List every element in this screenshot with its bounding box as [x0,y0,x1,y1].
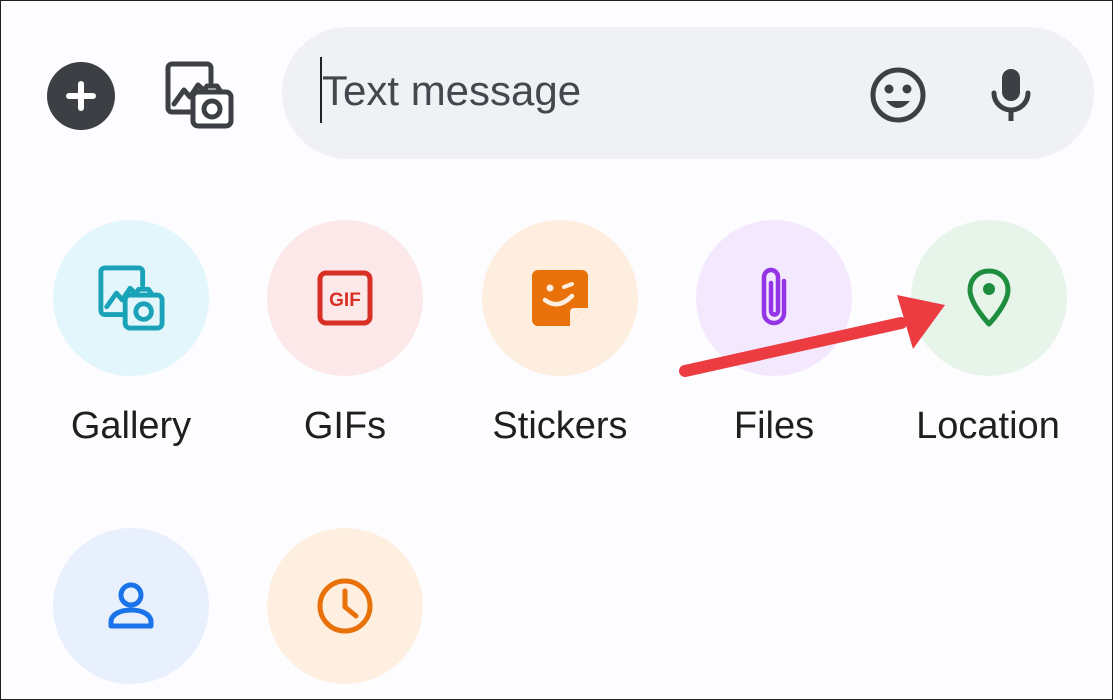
add-button[interactable] [47,62,115,130]
attach-gifs-button[interactable]: GIF [267,220,423,376]
mic-icon [991,69,1031,121]
attach-gallery-button[interactable] [53,220,209,376]
plus-icon [66,81,96,111]
emoji-icon [870,67,926,123]
attach-label-location: Location [916,405,1060,447]
gif-icon: GIF [317,270,373,326]
gallery-icon [98,265,165,331]
attach-label-gallery: Gallery [70,405,192,447]
clock-icon [317,578,373,634]
attach-label-gifs: GIFs [303,405,387,447]
compose-bar [282,27,1094,159]
attach-label-files: Files [733,405,815,447]
screen: Gallery GIF GIFs Stickers Files Location [0,0,1113,700]
attach-label-stickers: Stickers [492,405,628,447]
gallery-icon [165,61,234,129]
attach-schedule-button[interactable] [267,528,423,684]
location-pin-icon [967,268,1011,327]
contact-icon [108,582,154,629]
annotation-arrow [679,295,945,377]
gallery-quick-button[interactable] [161,59,237,131]
emoji-button[interactable] [866,63,930,127]
attach-contact-button[interactable] [53,528,209,684]
svg-text:GIF: GIF [329,290,361,311]
mic-button[interactable] [979,63,1043,127]
sticker-icon [532,270,588,326]
text-caret [320,57,322,123]
text-message-input[interactable] [318,59,842,123]
attach-stickers-button[interactable] [482,220,638,376]
